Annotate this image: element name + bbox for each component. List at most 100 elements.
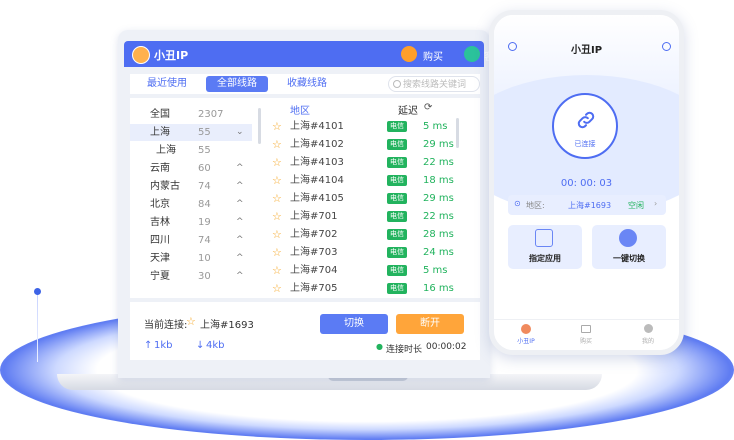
nav-profile[interactable]: 我的 [628,322,668,345]
line-name: 上海#4105 [290,193,344,204]
isp-badge: 电信 [387,283,407,294]
region-subitem[interactable]: 上海 55 [130,142,252,159]
line-scrollbar[interactable] [456,118,459,148]
connect-button[interactable]: 已连接 [552,93,618,159]
card-one-click-switch-label: 一键切换 [613,254,645,263]
cart-icon[interactable] [401,46,417,62]
line-latency: 28 ms [423,229,454,240]
star-icon[interactable]: ☆ [272,208,282,225]
switch-icon [619,229,637,247]
connection-panel: 当前连接: ☆ 上海#1693 ↑ 1kb ↓ 4kb 切换 断开 ● 连接时长… [130,302,480,360]
line-row[interactable]: ☆ 上海#704 电信 5 ms [270,262,470,279]
region-name: 上海 [150,127,170,138]
region-name: 上海 [156,145,176,156]
line-row[interactable]: ☆ 上海#4105 电信 29 ms [270,190,470,207]
region-count: 10 [198,253,211,264]
decor-dot [34,288,41,295]
isp-badge: 电信 [387,193,407,204]
region-item[interactable]: 吉林 19 ^ [130,214,252,231]
line-latency: 18 ms [423,175,454,186]
region-name: 四川 [150,235,170,246]
star-icon[interactable]: ☆ [272,172,282,189]
status-dot-icon: ● [376,342,383,351]
download-arrow-icon: ↓ [196,340,205,351]
buy-button[interactable]: 购买 [423,48,443,63]
star-icon[interactable]: ☆ [186,315,196,328]
chevron-up-icon: ^ [236,217,244,227]
tab-recent[interactable]: 最近使用 [136,76,198,92]
line-row[interactable]: ☆ 上海#4104 电信 18 ms [270,172,470,189]
region-name: 内蒙古 [150,181,180,192]
line-row[interactable]: ☆ 上海#705 电信 16 ms [270,280,470,297]
app-titlebar: 小丑IP 购买 客 [124,41,490,67]
card-specific-app[interactable]: 指定应用 [508,225,582,269]
region-item[interactable]: 宁夏 30 ^ [130,268,252,285]
card-one-click-switch[interactable]: 一键切换 [592,225,666,269]
disconnect-button[interactable]: 断开 [396,314,464,334]
user-icon [643,324,653,333]
service-icon[interactable] [464,46,480,62]
phone-frame: 小丑IP 已连接 00: 00: 03 ⊙ 地区: 上海#1693 空闲 › 指… [489,10,684,355]
region-state: 空闲 [628,201,644,210]
region-item[interactable]: 云南 60 ^ [130,160,252,177]
line-name: 上海#4103 [290,157,344,168]
region-item[interactable]: 上海 55 ⌄ [130,124,252,141]
region-label: 地区: [526,201,545,210]
tab-all-lines[interactable]: 全部线路 [206,76,268,92]
app-logo-icon [132,46,150,64]
line-row[interactable]: ☆ 上海#4102 电信 29 ms [270,136,470,153]
region-item[interactable]: 天津 10 ^ [130,250,252,267]
line-name: 上海#4104 [290,175,344,186]
region-count: 74 [198,181,211,192]
region-count: 19 [198,217,211,228]
nav-profile-label: 我的 [641,338,654,345]
search-input[interactable]: 搜索线路关键词 [388,76,480,92]
line-row[interactable]: ☆ 上海#702 电信 28 ms [270,226,470,243]
star-icon[interactable]: ☆ [272,154,282,171]
duration-value: 00:00:02 [426,342,467,352]
star-icon[interactable]: ☆ [272,118,282,135]
switch-button[interactable]: 切换 [320,314,388,334]
connection-status: 已连接 [574,140,596,148]
region-item[interactable]: 内蒙古 74 ^ [130,178,252,195]
cart-icon [581,325,591,333]
line-name: 上海#704 [290,265,338,276]
region-scrollbar[interactable] [258,108,261,144]
star-icon[interactable]: ☆ [272,280,282,297]
search-placeholder: 搜索线路关键词 [403,80,467,90]
location-icon: ⊙ [514,199,521,208]
star-icon[interactable]: ☆ [272,190,282,207]
line-latency: 16 ms [423,283,454,294]
region-item[interactable]: 四川 74 ^ [130,232,252,249]
line-latency: 5 ms [423,265,448,276]
current-connection-line: 上海#1693 [200,320,254,331]
card-specific-app-label: 指定应用 [529,254,561,263]
line-name: 上海#703 [290,247,338,258]
line-row[interactable]: ☆ 上海#4103 电信 22 ms [270,154,470,171]
isp-badge: 电信 [387,229,407,240]
star-icon[interactable]: ☆ [272,226,282,243]
isp-badge: 电信 [387,265,407,276]
region-item[interactable]: 北京 84 ^ [130,196,252,213]
star-icon[interactable]: ☆ [272,244,282,261]
star-icon[interactable]: ☆ [272,262,282,279]
line-row[interactable]: ☆ 上海#4101 电信 5 ms [270,118,470,135]
line-latency: 24 ms [423,247,454,258]
region-item[interactable]: 全国 2307 [130,106,252,123]
nav-buy[interactable]: 购买 [566,322,606,345]
line-row[interactable]: ☆ 上海#703 电信 24 ms [270,244,470,261]
tab-favorites[interactable]: 收藏线路 [276,76,338,92]
clock-icon[interactable] [662,42,671,51]
isp-badge: 电信 [387,121,407,132]
region-selector[interactable]: ⊙ 地区: 上海#1693 空闲 › [508,195,666,215]
link-icon [577,111,595,129]
region-name: 全国 [150,109,170,120]
chevron-up-icon: ^ [236,199,244,209]
line-row[interactable]: ☆ 上海#701 电信 22 ms [270,208,470,225]
nav-home[interactable]: 小丑IP [506,322,546,345]
region-name: 天津 [150,253,170,264]
star-icon[interactable]: ☆ [272,136,282,153]
refresh-icon[interactable]: ⟳ [424,102,432,113]
phone-bottom-nav: 小丑IP 购买 我的 [494,319,679,350]
upload-arrow-icon: ↑ [144,340,153,351]
